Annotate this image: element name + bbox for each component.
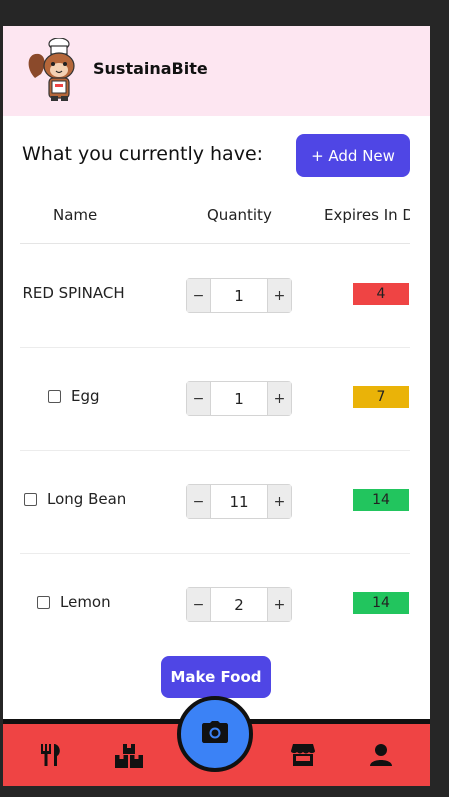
table-row: Lemon − 2 + 14 xyxy=(20,553,410,656)
app-title: SustainaBite xyxy=(93,59,208,78)
table-row: Egg − 1 + 7 xyxy=(20,347,410,451)
camera-icon xyxy=(202,721,228,747)
increment-button[interactable]: + xyxy=(268,588,291,621)
expiry-badge: 4 xyxy=(353,283,409,305)
quantity-stepper: − 1 + xyxy=(186,278,292,313)
make-food-button[interactable]: Make Food xyxy=(161,656,271,698)
expiry-badge: 14 xyxy=(353,592,409,614)
user-icon[interactable] xyxy=(370,744,392,770)
item-checkbox[interactable] xyxy=(37,595,50,609)
camera-button[interactable] xyxy=(177,696,253,772)
decrement-button[interactable]: − xyxy=(187,485,210,518)
fork-knife-icon[interactable] xyxy=(39,744,63,770)
inventory-table[interactable]: Name Quantity Expires In D FP RED SPINAC… xyxy=(20,198,410,668)
app-screen: SustainaBite What you currently have: + … xyxy=(3,26,430,786)
table-header: Name Quantity Expires In D xyxy=(20,198,410,244)
decrement-button[interactable]: − xyxy=(187,382,210,415)
decrement-button[interactable]: − xyxy=(187,279,210,312)
page-title: What you currently have: xyxy=(22,143,264,165)
item-name-cell: Lemon xyxy=(37,593,111,611)
quantity-stepper: − 2 + xyxy=(186,587,292,622)
item-checkbox[interactable] xyxy=(24,492,37,506)
table-row: Long Bean − 11 + 14 xyxy=(20,450,410,554)
app-header: SustainaBite xyxy=(3,26,430,116)
item-name-cell: Long Bean xyxy=(24,490,126,508)
table-row: FP RED SPINACH − 1 + 4 xyxy=(20,244,410,348)
quantity-stepper: − 11 + xyxy=(186,484,292,519)
squirrel-chef-logo xyxy=(25,37,83,104)
item-checkbox[interactable] xyxy=(48,389,61,403)
increment-button[interactable]: + xyxy=(268,382,291,415)
increment-button[interactable]: + xyxy=(268,279,291,312)
item-name: Long Bean xyxy=(47,490,127,508)
expiry-badge: 14 xyxy=(353,489,409,511)
item-name-cell: Egg xyxy=(48,387,100,405)
quantity-input[interactable]: 11 xyxy=(210,485,268,518)
expiry-badge: 7 xyxy=(353,386,409,408)
quantity-stepper: − 1 + xyxy=(186,381,292,416)
column-header-quantity[interactable]: Quantity xyxy=(207,206,272,224)
boxes-icon[interactable] xyxy=(115,744,143,772)
item-name-cell: FP RED SPINACH xyxy=(20,284,125,302)
decrement-button[interactable]: − xyxy=(187,588,210,621)
item-name: Lemon xyxy=(60,593,111,611)
store-icon[interactable] xyxy=(291,744,315,770)
item-name: Egg xyxy=(71,387,100,405)
item-name: FP RED SPINACH xyxy=(20,284,125,302)
add-new-button[interactable]: + Add New xyxy=(296,134,410,177)
column-header-expires[interactable]: Expires In D xyxy=(324,206,410,224)
quantity-input[interactable]: 1 xyxy=(210,382,268,415)
column-header-name[interactable]: Name xyxy=(53,206,97,224)
quantity-input[interactable]: 2 xyxy=(210,588,268,621)
increment-button[interactable]: + xyxy=(268,485,291,518)
quantity-input[interactable]: 1 xyxy=(210,279,268,312)
